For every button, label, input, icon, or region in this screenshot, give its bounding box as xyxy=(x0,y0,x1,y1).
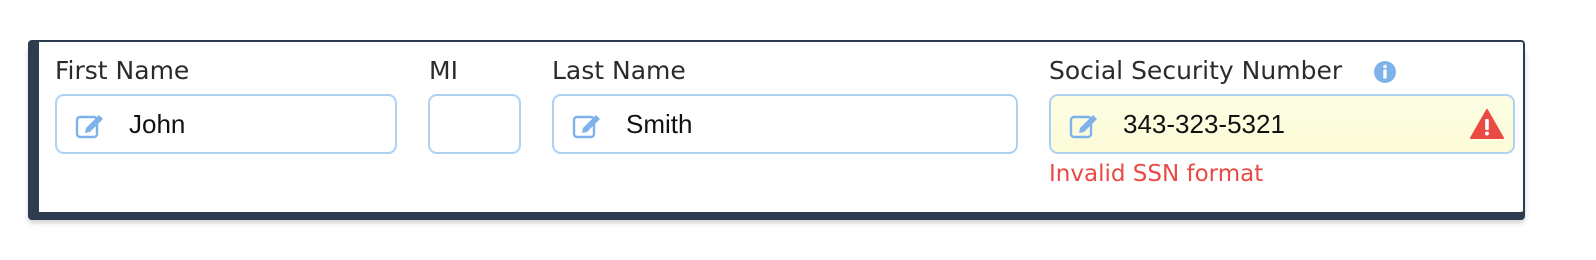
first-name-label: First Name xyxy=(55,56,190,85)
warning-icon xyxy=(1470,109,1504,139)
edit-icon xyxy=(1069,115,1097,139)
first-name-value: John xyxy=(129,109,186,139)
middle-initial-field[interactable] xyxy=(428,94,521,154)
ssn-field[interactable]: 343-323-5321 xyxy=(1049,94,1515,154)
first-name-field[interactable]: John xyxy=(55,94,397,154)
last-name-value: Smith xyxy=(626,109,693,139)
edit-icon xyxy=(572,115,600,139)
last-name-field[interactable]: Smith xyxy=(552,94,1018,154)
personal-info-panel: First Name John MI Last Name Smith Socia… xyxy=(28,40,1525,214)
ssn-error-message: Invalid SSN format xyxy=(1049,161,1264,187)
last-name-label: Last Name xyxy=(552,56,686,85)
edit-icon xyxy=(75,115,103,139)
middle-initial-label: MI xyxy=(429,56,458,85)
ssn-label: Social Security Number xyxy=(1049,56,1343,85)
info-icon[interactable] xyxy=(1373,60,1397,84)
ssn-value: 343-323-5321 xyxy=(1123,109,1285,139)
